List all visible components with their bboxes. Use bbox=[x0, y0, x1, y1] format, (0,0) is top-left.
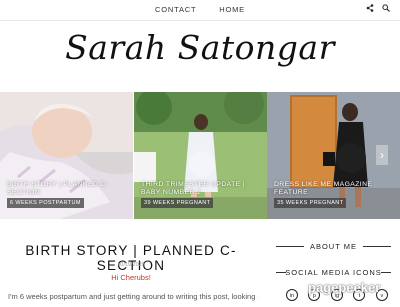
nav-links: CONTACT HOME bbox=[0, 5, 400, 14]
slide-title[interactable]: THIRD TRIMESTER UPDATE | BABY NUMBER 2 bbox=[141, 181, 263, 197]
widget-social-label: SOCIAL MEDIA ICONS bbox=[285, 268, 382, 277]
slide-third-trimester[interactable]: THIRD TRIMESTER UPDATE | BABY NUMBER 2 3… bbox=[134, 92, 267, 219]
widget-about-label: ABOUT ME bbox=[309, 242, 358, 251]
nav-icons bbox=[360, 4, 390, 14]
post-title[interactable]: BIRTH STORY | PLANNED C-SECTION bbox=[0, 243, 262, 273]
top-nav: CONTACT HOME bbox=[0, 0, 400, 21]
divider bbox=[363, 246, 391, 247]
site-title[interactable]: Sarah Satongar bbox=[0, 28, 400, 78]
divider bbox=[276, 272, 286, 273]
divider bbox=[381, 272, 391, 273]
watermark: pagepeeker bbox=[308, 280, 381, 295]
nav-home-link[interactable]: HOME bbox=[219, 5, 245, 14]
linkedin-icon[interactable]: in bbox=[286, 289, 298, 301]
post-date: 10/19/2020 bbox=[117, 262, 145, 268]
slide-title[interactable]: BIRTH STORY | PLANNED C-SECTION bbox=[7, 181, 129, 197]
chevron-right-icon: › bbox=[380, 148, 384, 162]
divider bbox=[276, 246, 304, 247]
slide-badge: 39 WEEKS PREGNANT bbox=[141, 198, 214, 208]
share-icon[interactable] bbox=[366, 4, 376, 14]
slide-birth-story[interactable]: BIRTH STORY | PLANNED C-SECTION 6 WEEKS … bbox=[0, 92, 133, 219]
slide-badge: 35 WEEKS PREGNANT bbox=[274, 198, 347, 208]
slider-next-button[interactable]: › bbox=[376, 145, 388, 165]
slide-badge: 6 WEEKS POSTPARTUM bbox=[7, 198, 84, 208]
nav-contact-link[interactable]: CONTACT bbox=[155, 5, 196, 14]
widget-about-heading: ABOUT ME bbox=[276, 242, 391, 251]
widget-social-heading: SOCIAL MEDIA ICONS bbox=[276, 268, 391, 277]
featured-slider: BIRTH STORY | PLANNED C-SECTION 6 WEEKS … bbox=[0, 92, 400, 219]
post-greeting: Hi Cherubs! bbox=[111, 273, 151, 282]
slide-title[interactable]: DRESS LIKE ME MAGAZINE FEATURE bbox=[274, 181, 396, 197]
search-icon[interactable] bbox=[382, 4, 390, 14]
